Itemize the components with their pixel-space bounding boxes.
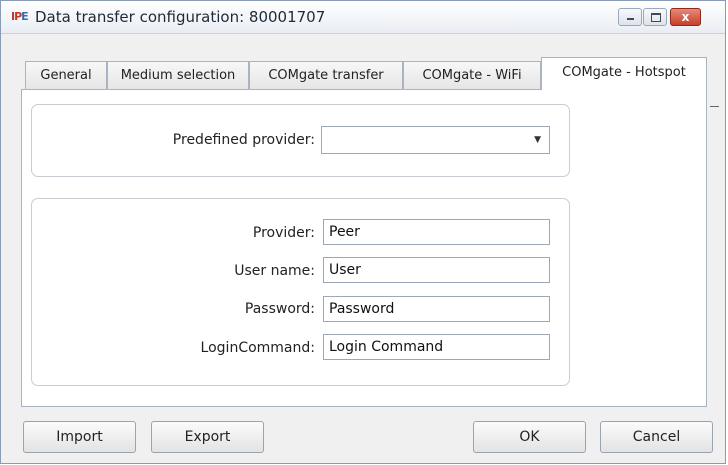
provider-input[interactable]: Peer (323, 219, 550, 245)
minimize-icon (627, 18, 634, 20)
ok-button[interactable]: OK (473, 421, 586, 453)
app-logo-icon: IPE (11, 10, 29, 23)
cancel-button[interactable]: Cancel (600, 421, 713, 453)
export-button[interactable]: Export (151, 421, 264, 453)
tab-comgate-wifi[interactable]: COMgate - WiFi (403, 61, 541, 89)
close-icon: x (681, 10, 690, 24)
login-command-label: LoginCommand: (200, 340, 315, 356)
maximize-icon (651, 13, 661, 22)
app-logo-text-e: E (21, 10, 28, 23)
tab-comgate-hotspot[interactable]: COMgate - Hotspot (541, 57, 707, 90)
predefined-provider-label: Predefined provider: (172, 132, 315, 148)
tab-medium-selection[interactable]: Medium selection (107, 61, 249, 89)
chevron-down-icon[interactable]: ▼ (534, 135, 541, 145)
password-label: Password: (244, 301, 315, 317)
minimize-button[interactable] (618, 8, 642, 26)
provider-label: Provider: (252, 225, 315, 241)
password-input[interactable]: Password (323, 296, 550, 322)
window-title: Data transfer configuration: 80001707 (35, 8, 326, 26)
predefined-provider-select[interactable]: ▼ (321, 126, 550, 154)
dialog-window: IPE Data transfer configuration: 8000170… (0, 0, 726, 464)
splitter-mark (710, 106, 719, 107)
title-bar[interactable]: IPE Data transfer configuration: 8000170… (1, 1, 725, 34)
tab-general[interactable]: General (25, 61, 107, 89)
close-button[interactable]: x (670, 8, 701, 26)
app-logo-text: IP (11, 10, 22, 23)
login-command-input[interactable]: Login Command (323, 334, 550, 360)
import-button[interactable]: Import (23, 421, 136, 453)
tab-comgate-transfer[interactable]: COMgate transfer (249, 61, 403, 89)
username-label: User name: (234, 263, 315, 279)
maximize-button[interactable] (643, 8, 667, 26)
username-input[interactable]: User (323, 257, 550, 283)
